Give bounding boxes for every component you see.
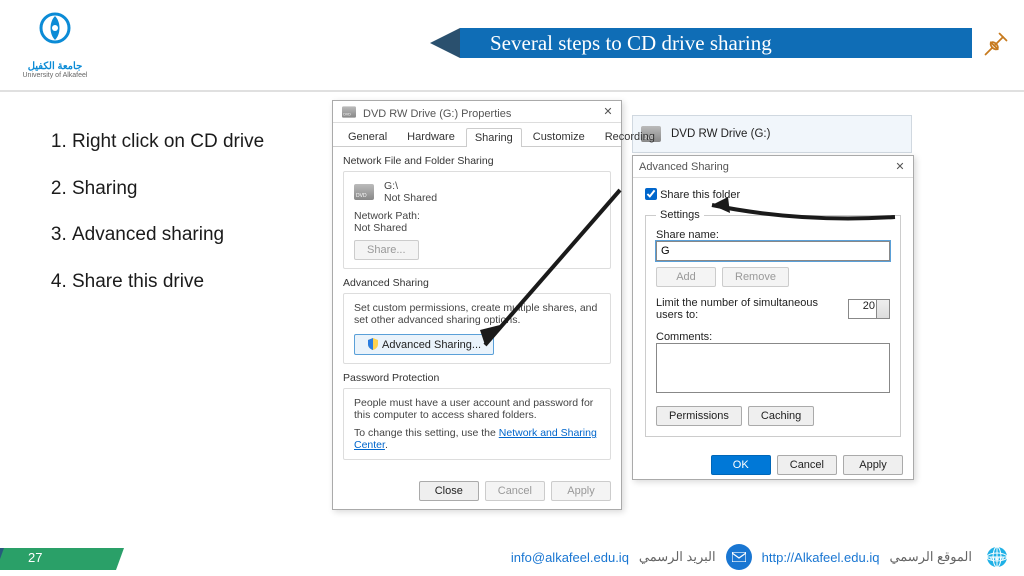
adv-heading: Advanced Sharing <box>343 277 611 289</box>
step-item: Right click on CD drive <box>72 130 272 155</box>
slide-footer: 27 info@alkafeel.edu.iq البريد الرسمي ht… <box>0 544 1024 576</box>
logo-text-ar: جامعة الكفيل <box>20 61 90 72</box>
pin-icon <box>982 30 1010 58</box>
dvd-icon <box>342 106 356 117</box>
share-button[interactable]: Share... <box>354 240 419 260</box>
nfs-path: G:\ <box>384 180 437 192</box>
properties-dialog: DVD RW Drive (G:) Properties ✕ General H… <box>332 100 622 510</box>
footer-email-ar: البريد الرسمي <box>639 549 716 565</box>
step-item: Sharing <box>72 177 272 202</box>
adv-titlebar: Advanced Sharing ✕ <box>633 156 913 178</box>
svg-text:www: www <box>989 556 1004 562</box>
email-icon <box>726 544 752 570</box>
cancel-button[interactable]: Cancel <box>777 455 837 475</box>
step-item: Advanced sharing <box>72 223 272 248</box>
university-logo: جامعة الكفيل University of Alkafeel <box>20 8 90 79</box>
ok-button[interactable]: OK <box>711 455 771 475</box>
settings-fieldset: Settings Share name: Add Remove Limit th… <box>645 209 901 437</box>
tab-general[interactable]: General <box>339 127 396 146</box>
page-number: 27 <box>28 550 42 565</box>
share-folder-checkbox[interactable]: Share this folder <box>645 189 740 201</box>
advanced-sharing-button[interactable]: Advanced Sharing... <box>354 334 494 355</box>
logo-text-en: University of Alkafeel <box>20 72 90 79</box>
comments-label: Comments: <box>656 331 890 343</box>
netpath-value: Not Shared <box>354 222 600 234</box>
properties-titlebar: DVD RW Drive (G:) Properties ✕ <box>333 101 621 123</box>
adv-desc: Set custom permissions, create multiple … <box>354 302 600 326</box>
slide-title-banner: Several steps to CD drive sharing <box>460 28 972 58</box>
divider <box>0 90 1024 92</box>
dvd-icon <box>354 184 374 200</box>
settings-legend: Settings <box>656 209 704 221</box>
page-badge: 27 <box>0 548 120 570</box>
pwd-heading: Password Protection <box>343 372 611 384</box>
close-icon[interactable]: ✕ <box>601 105 615 119</box>
drive-header: DVD RW Drive (G:) <box>632 115 912 153</box>
tab-recording[interactable]: Recording <box>596 127 664 146</box>
advanced-sharing-dialog: Advanced Sharing ✕ Share this folder Set… <box>632 155 914 480</box>
share-folder-check-input[interactable] <box>645 188 657 200</box>
caching-button[interactable]: Caching <box>748 406 814 426</box>
tab-sharing[interactable]: Sharing <box>466 128 522 147</box>
steps-list: Right click on CD drive Sharing Advanced… <box>72 130 272 317</box>
permissions-button[interactable]: Permissions <box>656 406 742 426</box>
limit-label: Limit the number of simultaneous users t… <box>656 297 842 321</box>
comments-textarea[interactable] <box>656 343 890 393</box>
pwd-desc: People must have a user account and pass… <box>354 397 600 421</box>
properties-tabs: General Hardware Sharing Customize Recor… <box>333 123 621 147</box>
apply-button[interactable]: Apply <box>551 481 611 501</box>
sharename-label: Share name: <box>656 229 890 241</box>
cancel-button[interactable]: Cancel <box>485 481 545 501</box>
shield-icon <box>367 338 379 350</box>
nfs-heading: Network File and Folder Sharing <box>343 155 611 167</box>
remove-button[interactable]: Remove <box>722 267 789 287</box>
footer-site-ar: الموقع الرسمي <box>889 549 972 565</box>
pwd-link-prefix: To change this setting, use the <box>354 427 499 439</box>
step-item: Share this drive <box>72 270 272 295</box>
logo-icon <box>31 8 79 56</box>
footer-email: info@alkafeel.edu.iq <box>511 550 629 565</box>
add-button[interactable]: Add <box>656 267 716 287</box>
slide-title: Several steps to CD drive sharing <box>490 31 772 56</box>
tab-hardware[interactable]: Hardware <box>398 127 464 146</box>
adv-title: Advanced Sharing <box>639 161 729 173</box>
close-icon[interactable]: ✕ <box>893 160 907 174</box>
properties-title: DVD RW Drive (G:) Properties <box>363 108 511 120</box>
close-button[interactable]: Close <box>419 481 479 501</box>
sharename-input[interactable] <box>656 241 890 261</box>
netpath-label: Network Path: <box>354 210 600 222</box>
limit-spinner[interactable]: 20 <box>848 299 890 319</box>
tab-customize[interactable]: Customize <box>524 127 594 146</box>
footer-site: http://Alkafeel.edu.iq <box>762 550 880 565</box>
nfs-status: Not Shared <box>384 192 437 204</box>
apply-button[interactable]: Apply <box>843 455 903 475</box>
drive-label: DVD RW Drive (G:) <box>671 128 770 140</box>
www-icon: www <box>982 545 1012 569</box>
